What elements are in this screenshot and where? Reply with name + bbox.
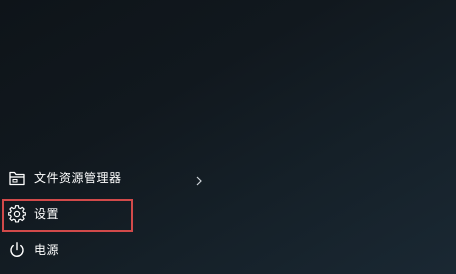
gear-icon (8, 205, 26, 223)
chevron-right-icon (194, 172, 204, 186)
file-explorer-label: 文件资源管理器 (34, 171, 122, 185)
settings-label: 设置 (34, 207, 60, 221)
start-menu-left-rail: 文件资源管理器 设置 电源 (0, 0, 456, 274)
power-item[interactable]: 电源 (0, 232, 215, 268)
file-explorer-item[interactable]: 文件资源管理器 (0, 160, 215, 196)
power-icon (8, 241, 26, 259)
folder-icon (8, 169, 26, 187)
power-label: 电源 (34, 243, 60, 257)
settings-item[interactable]: 设置 (0, 196, 215, 232)
